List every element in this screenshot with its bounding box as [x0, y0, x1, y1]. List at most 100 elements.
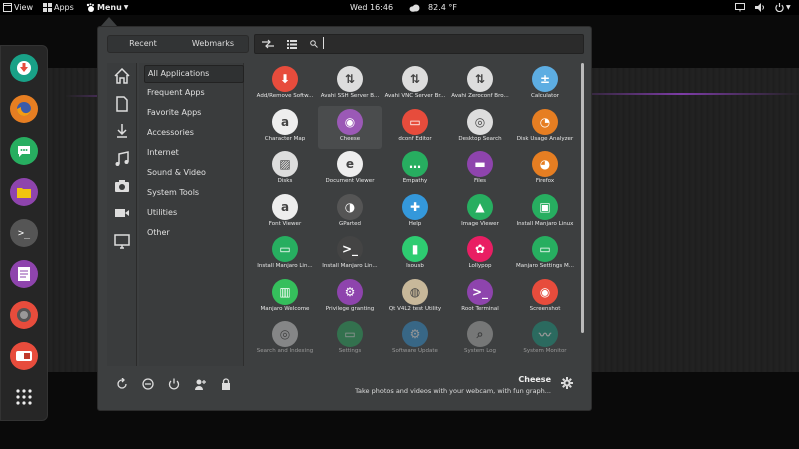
software-update-icon: ⚙ [402, 321, 428, 347]
app-launcher[interactable]: … Empathy [383, 148, 447, 191]
view-button[interactable]: View [3, 0, 33, 15]
app-label: Image Viewer [461, 220, 499, 227]
app-label: GParted [339, 220, 361, 227]
app-launcher[interactable]: ▭ Settings [318, 318, 382, 361]
status-area[interactable]: ▼ [735, 0, 791, 15]
app-launcher[interactable]: e Document Viewer [318, 148, 382, 191]
show-applications-icon[interactable] [10, 383, 38, 411]
app-launcher[interactable]: a Character Map [253, 106, 317, 149]
search-input[interactable] [323, 37, 578, 49]
gear-icon[interactable] [561, 377, 573, 389]
app-launcher[interactable]: ⚙ Software Update [383, 318, 447, 361]
app-launcher[interactable]: ▭ Install Manjaro Lin... [253, 233, 317, 276]
app-launcher[interactable]: ▥ Manjaro Welcome [253, 276, 317, 319]
dock-files-icon[interactable] [10, 178, 38, 206]
dock-screenshot-icon[interactable] [10, 301, 38, 329]
app-launcher[interactable]: ⬇ Add/Remove Softw... [253, 63, 317, 106]
application-grid: ⬇ Add/Remove Softw... ⇅ Avahi SSH Server B.… [253, 63, 578, 366]
app-launcher[interactable]: ▬ Files [448, 148, 512, 191]
dock-software-icon[interactable] [10, 54, 38, 82]
switch-view-button[interactable] [259, 35, 277, 53]
dock-dconf-icon[interactable] [10, 342, 38, 370]
document-icon[interactable] [114, 96, 130, 112]
apps-button[interactable]: Apps [43, 0, 74, 15]
webcam-icon: ◍ [402, 278, 428, 305]
tab-recent[interactable]: Recent [108, 36, 178, 52]
clock[interactable]: Wed 16:46 [350, 0, 393, 15]
app-launcher[interactable]: >_ Install Manjaro Lin... [318, 233, 382, 276]
dock-text-editor-icon[interactable] [10, 260, 38, 288]
camera-icon[interactable] [114, 178, 130, 194]
app-launcher[interactable]: ▭ Manjaro Settings M... [513, 233, 577, 276]
switch-user-icon[interactable] [194, 378, 206, 390]
dock-empathy-icon[interactable] [10, 137, 38, 165]
category-internet[interactable]: Internet [144, 145, 242, 161]
app-launcher[interactable]: ± Calculator [513, 63, 577, 106]
app-label: System Monitor [523, 348, 567, 354]
category-sound-video[interactable]: Sound & Video [144, 165, 242, 181]
monitor-icon[interactable] [114, 233, 130, 249]
app-launcher[interactable]: ⚙ Privilege granting [318, 276, 382, 319]
app-label: Qt V4L2 test Utility [388, 305, 442, 312]
app-launcher[interactable]: ▭ dconf Editor [383, 106, 447, 149]
tab-webmarks[interactable]: Webmarks [178, 36, 248, 52]
list-icon [287, 39, 297, 49]
root-terminal-icon: >_ [467, 278, 493, 305]
music-icon[interactable] [114, 151, 130, 167]
apps-scrollbar[interactable] [581, 63, 584, 333]
suspend-icon[interactable] [142, 378, 154, 390]
app-launcher[interactable]: ◔ Disk Usage Analyzer [513, 106, 577, 149]
magnifier-icon: ⌕ [467, 321, 493, 347]
app-launcher[interactable]: ▮ Isousb [383, 233, 447, 276]
app-launcher[interactable]: a Font Viewer [253, 191, 317, 234]
dock: >_ [0, 45, 48, 421]
weather-indicator[interactable]: 82.4 °F [409, 0, 457, 15]
category-favorite-apps[interactable]: Favorite Apps [144, 105, 242, 121]
lock-icon[interactable] [220, 378, 232, 390]
app-launcher[interactable]: ✚ Help [383, 191, 447, 234]
app-launcher[interactable]: ▨ Disks [253, 148, 317, 191]
app-launcher[interactable]: ⇅ Avahi Zeroconf Bro... [448, 63, 512, 106]
shutdown-icon[interactable] [168, 378, 180, 390]
screenshot-icon: ◉ [532, 278, 558, 305]
video-icon[interactable] [114, 205, 130, 221]
app-launcher[interactable]: ⇅ Avahi VNC Server Br... [383, 63, 447, 106]
app-launcher[interactable]: ◕ Firefox [513, 148, 577, 191]
top-panel: View Apps Menu ▼ Wed 16:46 82.4 °F ▼ [0, 0, 799, 15]
app-label: Isousb [406, 263, 424, 269]
list-view-button[interactable] [283, 35, 301, 53]
app-launcher[interactable]: ◉ Screenshot [513, 276, 577, 319]
category-system-tools[interactable]: System Tools [144, 185, 242, 201]
chat-bubble-icon: … [402, 151, 428, 177]
app-launcher[interactable]: >_ Root Terminal [448, 276, 512, 319]
app-label: Root Terminal [461, 305, 499, 312]
home-icon[interactable] [114, 68, 130, 84]
app-launcher[interactable]: ◎ Desktop Search [448, 106, 512, 149]
menu-footer: Cheese Take photos and videos with your … [107, 369, 585, 399]
menu-button[interactable]: Menu ▼ [86, 0, 128, 15]
network-icon [735, 3, 745, 12]
app-launcher[interactable]: ◎ Search and Indexing [253, 318, 317, 361]
app-label: System Log [463, 348, 497, 354]
category-other[interactable]: Other [144, 225, 242, 241]
gnome-foot-icon [86, 3, 94, 12]
app-launcher[interactable]: 〰 System Monitor [513, 318, 577, 361]
app-launcher[interactable]: ▲ Image Viewer [448, 191, 512, 234]
category-icon-column [107, 63, 137, 366]
app-launcher[interactable]: ◉ Cheese [318, 105, 382, 149]
app-launcher[interactable]: ◑ GParted [318, 191, 382, 234]
app-launcher[interactable]: ⌕ System Log [448, 318, 512, 361]
dock-terminal-icon[interactable]: >_ [10, 219, 38, 247]
restart-icon[interactable] [116, 378, 128, 390]
category-utilities[interactable]: Utilities [144, 205, 242, 221]
app-launcher[interactable]: ✿ Lollypop [448, 233, 512, 276]
app-label: Avahi VNC Server Br... [384, 93, 446, 99]
download-icon[interactable] [114, 123, 130, 139]
category-frequent-apps[interactable]: Frequent Apps [144, 85, 242, 101]
app-launcher[interactable]: ▣ Install Manjaro Linux [513, 191, 577, 234]
app-launcher[interactable]: ⇅ Avahi SSH Server B... [318, 63, 382, 106]
dock-firefox-icon[interactable] [10, 95, 38, 123]
category-all-applications[interactable]: All Applications [144, 65, 244, 83]
category-accessories[interactable]: Accessories [144, 125, 242, 141]
app-launcher[interactable]: ◍ Qt V4L2 test Utility [383, 276, 447, 319]
